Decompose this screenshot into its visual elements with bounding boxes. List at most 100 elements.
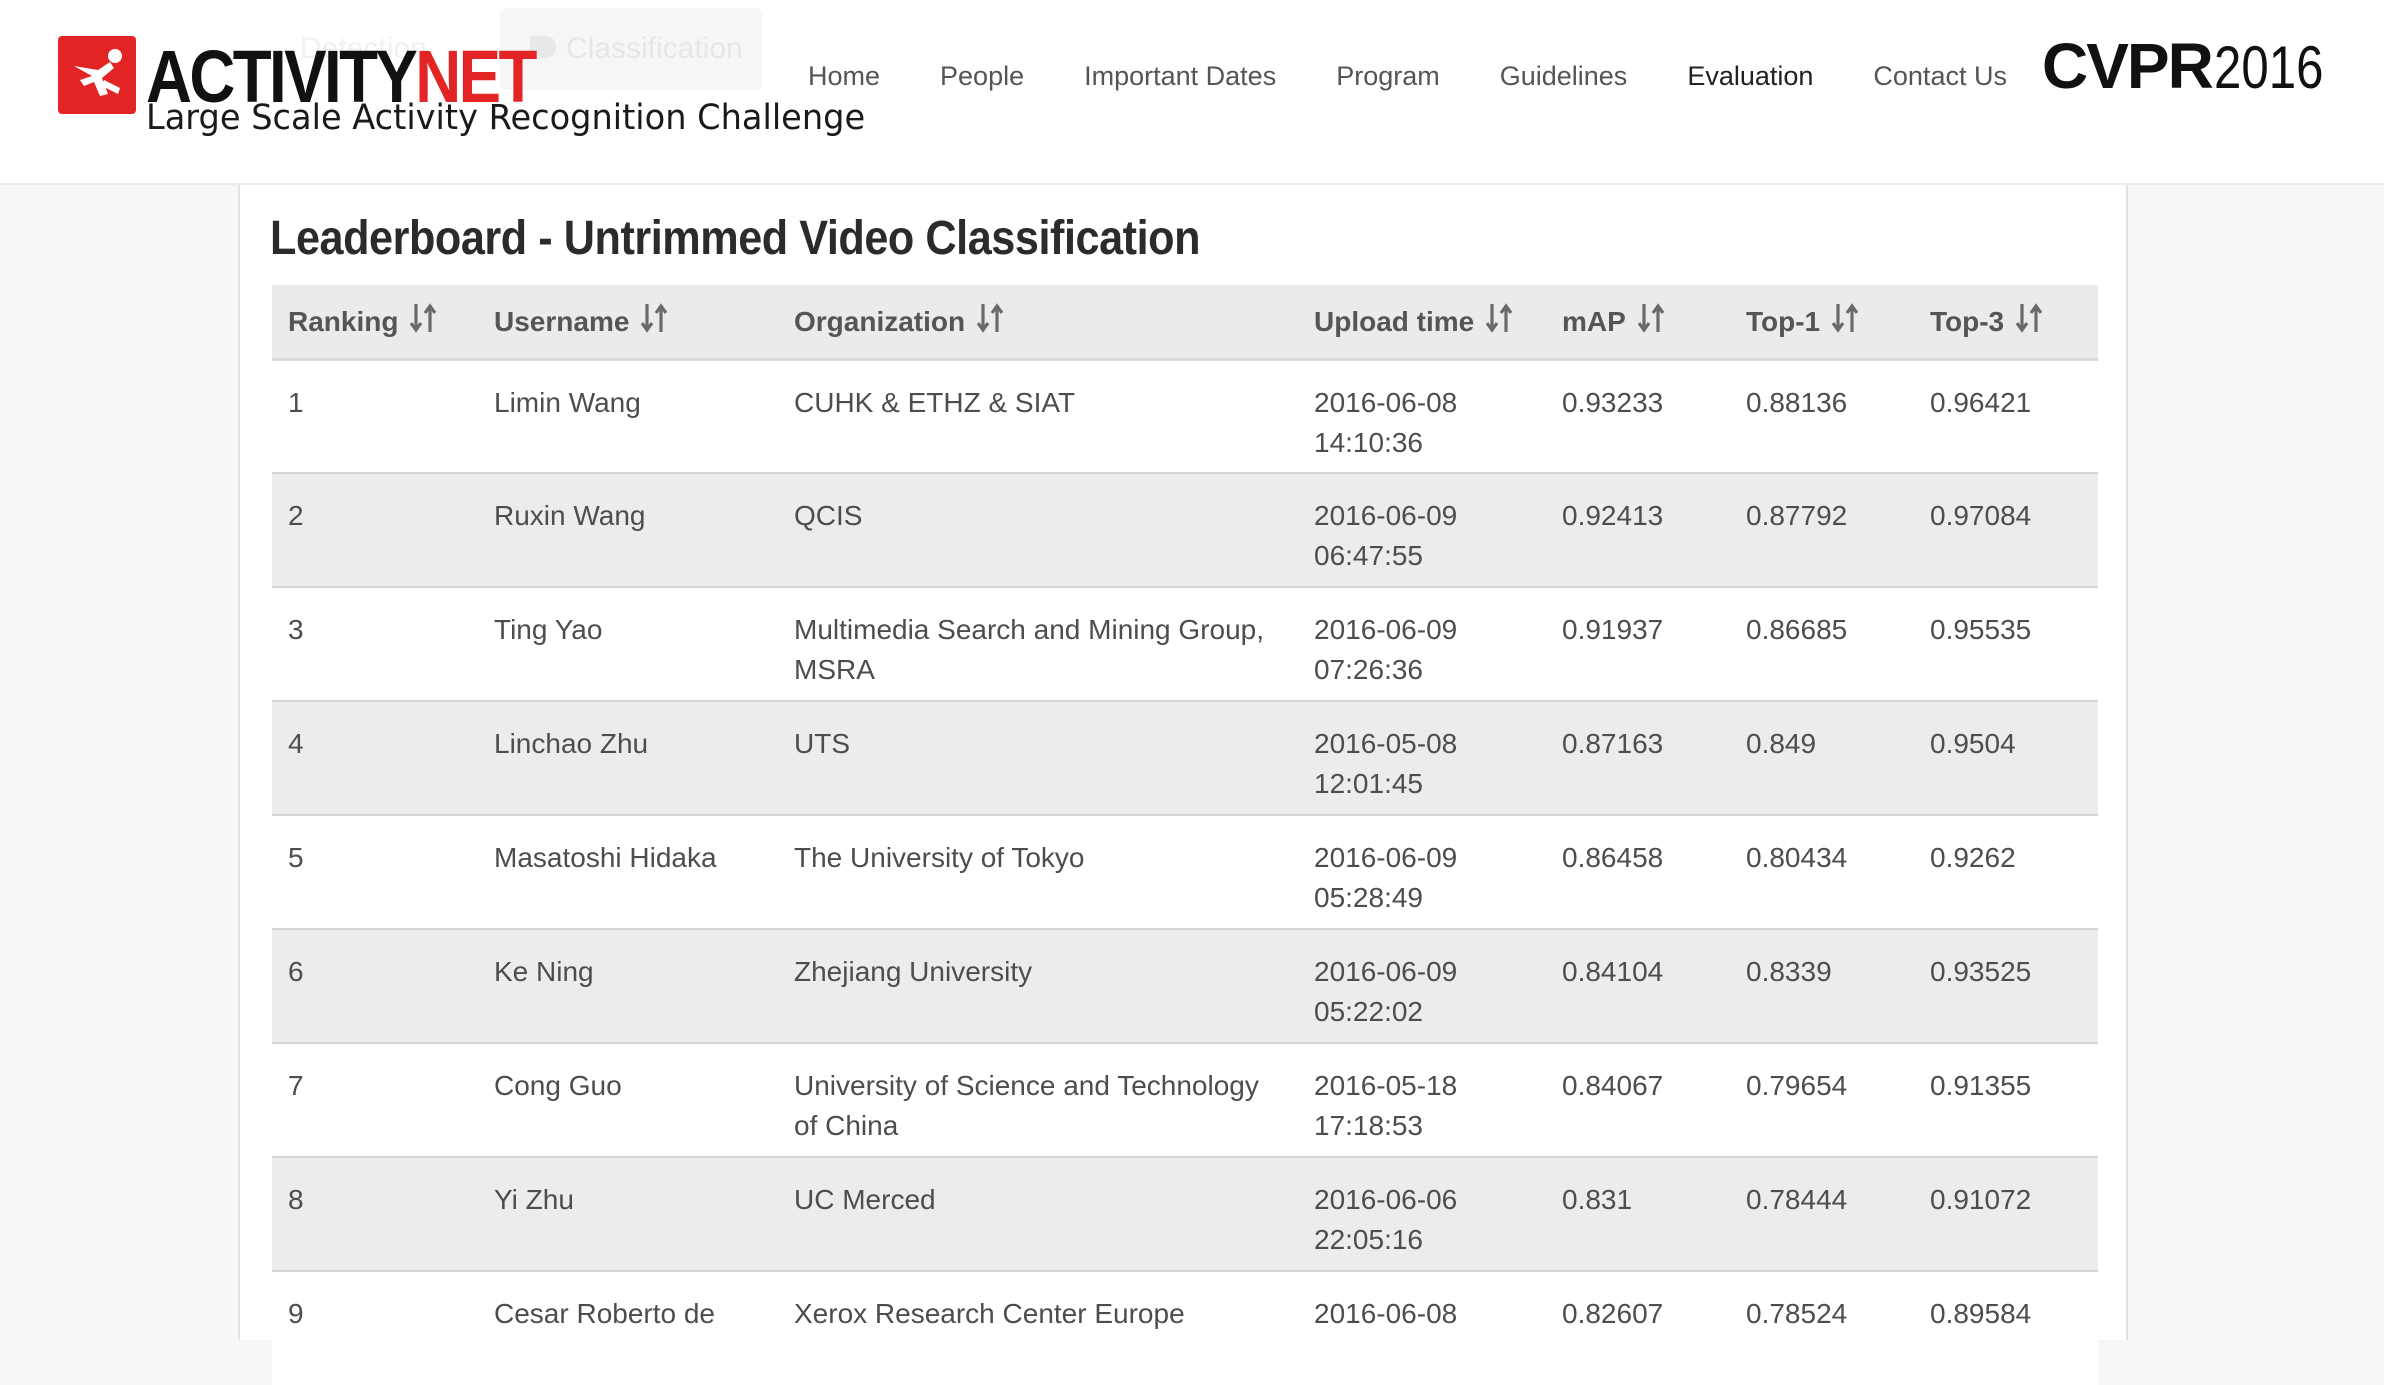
cell-username: Masatoshi Hidaka <box>478 814 778 929</box>
nav-important-dates[interactable]: Important Dates <box>1084 56 1276 96</box>
table-row: 5 Masatoshi Hidaka The University of Tok… <box>272 814 2098 929</box>
upload-clock: 17:18:53 <box>1314 1110 1423 1141</box>
column-header-upload-time[interactable]: Upload time <box>1298 285 1546 361</box>
cell-top-1: 0.78524 <box>1730 1270 1914 1385</box>
cvpr-2016-logo[interactable]: CVPR2016 <box>2042 30 2347 102</box>
nav-contact-us[interactable]: Contact Us <box>1873 56 2007 96</box>
cell-map: 0.831 <box>1546 1156 1730 1271</box>
column-header-username[interactable]: Username <box>478 285 778 361</box>
sort-arrows-icon <box>1637 302 1665 340</box>
sort-arrows-icon <box>1831 302 1859 340</box>
nav-people[interactable]: People <box>940 56 1024 96</box>
cvpr-logo-year: 2016 <box>2213 34 2324 101</box>
cell-map: 0.93233 <box>1546 358 1730 473</box>
cell-top-1: 0.86685 <box>1730 586 1914 701</box>
cell-map: 0.82607 <box>1546 1270 1730 1385</box>
cell-upload-time: 2016-06-09 05:22:02 <box>1298 928 1546 1043</box>
table-header-row: Ranking Username Organization Upload tim… <box>272 285 2098 361</box>
cell-ranking: 1 <box>272 358 478 473</box>
cell-organization: UC Merced <box>778 1156 1298 1271</box>
leaderboard-table: Ranking Username Organization Upload tim… <box>272 285 2098 1385</box>
upload-date: 2016-06-08 <box>1314 1298 1458 1329</box>
nav-guidelines[interactable]: Guidelines <box>1500 56 1628 96</box>
table-row: 2 Ruxin Wang QCIS 2016-06-09 06:47:55 0.9… <box>272 472 2098 587</box>
main-content: Leaderboard - Untrimmed Video Classifica… <box>238 185 2128 1385</box>
column-header-organization[interactable]: Organization <box>778 285 1298 361</box>
nav-program[interactable]: Program <box>1336 56 1440 96</box>
cell-upload-time: 2016-06-06 22:05:16 <box>1298 1156 1546 1271</box>
column-header-top-1[interactable]: Top-1 <box>1730 285 1914 361</box>
cell-organization: Zhejiang University <box>778 928 1298 1043</box>
cell-top-3: 0.89584 <box>1914 1270 2098 1385</box>
upload-clock: 06:47:55 <box>1314 540 1423 571</box>
sort-arrows-icon <box>641 302 668 340</box>
column-header-map[interactable]: mAP <box>1546 285 1730 361</box>
table-row: 3 Ting Yao Multimedia Search and Mining … <box>272 586 2098 701</box>
cell-top-3: 0.97084 <box>1914 472 2098 587</box>
upload-clock: 07:26:36 <box>1314 654 1423 685</box>
column-header-top-3[interactable]: Top-3 <box>1914 285 2098 361</box>
sort-arrows-icon <box>410 302 437 340</box>
cell-organization: Xerox Research Center Europe <box>778 1270 1298 1385</box>
cell-username: Ruxin Wang <box>478 472 778 587</box>
cell-ranking: 8 <box>272 1156 478 1271</box>
cell-top-3: 0.91355 <box>1914 1042 2098 1157</box>
cell-top-1: 0.78444 <box>1730 1156 1914 1271</box>
cell-upload-time: 2016-06-09 06:47:55 <box>1298 472 1546 587</box>
cell-top-1: 0.88136 <box>1730 358 1914 473</box>
upload-date: 2016-05-08 <box>1314 728 1458 759</box>
upload-date: 2016-06-06 <box>1314 1184 1458 1215</box>
upload-clock: 14:10:36 <box>1314 426 1423 458</box>
cell-top-1: 0.849 <box>1730 700 1914 815</box>
logo-tagline: Large Scale Activity Recognition Challen… <box>146 98 866 138</box>
cell-upload-time: 2016-05-18 17:18:53 <box>1298 1042 1546 1157</box>
cell-ranking: 3 <box>272 586 478 701</box>
table-row: 9 Cesar Roberto de Xerox Research Center… <box>272 1270 2098 1385</box>
cell-upload-time: 2016-06-08 14:10:36 <box>1298 358 1546 473</box>
cvpr-logo-text: CVPR <box>2042 30 2214 102</box>
cell-username: Ke Ning <box>478 928 778 1043</box>
column-header-ranking[interactable]: Ranking <box>272 285 478 361</box>
cell-top-1: 0.8339 <box>1730 928 1914 1043</box>
cell-map: 0.91937 <box>1546 586 1730 701</box>
activitynet-logo[interactable]: ACTIVITYNET Large Scale Activity Recogni… <box>58 34 865 144</box>
cell-username: Cesar Roberto de <box>478 1270 778 1385</box>
nav-home[interactable]: Home <box>808 56 880 96</box>
cell-map: 0.87163 <box>1546 700 1730 815</box>
cell-upload-time: 2016-06-09 07:26:36 <box>1298 586 1546 701</box>
top-navbar: Detection Classification ACTIVITYNET Lar… <box>0 0 2384 185</box>
nav-evaluation[interactable]: Evaluation <box>1687 56 1813 96</box>
cell-map: 0.86458 <box>1546 814 1730 929</box>
cell-organization: The University of Tokyo <box>778 814 1298 929</box>
cell-map: 0.84067 <box>1546 1042 1730 1157</box>
cell-organization: UTS <box>778 700 1298 815</box>
table-row: 8 Yi Zhu UC Merced 2016-06-06 22:05:16 0.… <box>272 1156 2098 1271</box>
cell-username: Yi Zhu <box>478 1156 778 1271</box>
cell-ranking: 7 <box>272 1042 478 1157</box>
cell-top-3: 0.96421 <box>1914 358 2098 473</box>
upload-date: 2016-06-09 <box>1314 842 1458 873</box>
cell-top-3: 0.93525 <box>1914 928 2098 1043</box>
cell-organization: CUHK & ETHZ & SIAT <box>778 358 1298 473</box>
upload-date: 2016-05-18 <box>1314 1070 1458 1101</box>
cell-ranking: 2 <box>272 472 478 587</box>
sort-arrows-icon <box>1485 302 1513 340</box>
upload-date: 2016-06-09 <box>1314 956 1458 987</box>
cell-organization: University of Science and Technology of … <box>778 1042 1298 1157</box>
cell-top-1: 0.80434 <box>1730 814 1914 929</box>
cell-top-3: 0.95535 <box>1914 586 2098 701</box>
activitynet-logo-icon <box>58 36 136 114</box>
table-row: 4 Linchao Zhu UTS 2016-05-08 12:01:45 0.8… <box>272 700 2098 815</box>
cell-ranking: 4 <box>272 700 478 815</box>
table-row: 1 Limin Wang CUHK & ETHZ & SIAT 2016-06-… <box>272 358 2098 473</box>
table-row: 7 Cong Guo University of Science and Tec… <box>272 1042 2098 1157</box>
cell-top-3: 0.9504 <box>1914 700 2098 815</box>
cell-username: Linchao Zhu <box>478 700 778 815</box>
cell-organization: Multimedia Search and Mining Group, MSRA <box>778 586 1298 701</box>
upload-date: 2016-06-09 <box>1314 614 1458 645</box>
cell-upload-time: 2016-05-08 12:01:45 <box>1298 700 1546 815</box>
sort-arrows-icon <box>976 302 1004 340</box>
cell-upload-time: 2016-06-08 <box>1298 1270 1546 1385</box>
cell-username: Cong Guo <box>478 1042 778 1157</box>
cell-top-1: 0.87792 <box>1730 472 1914 587</box>
